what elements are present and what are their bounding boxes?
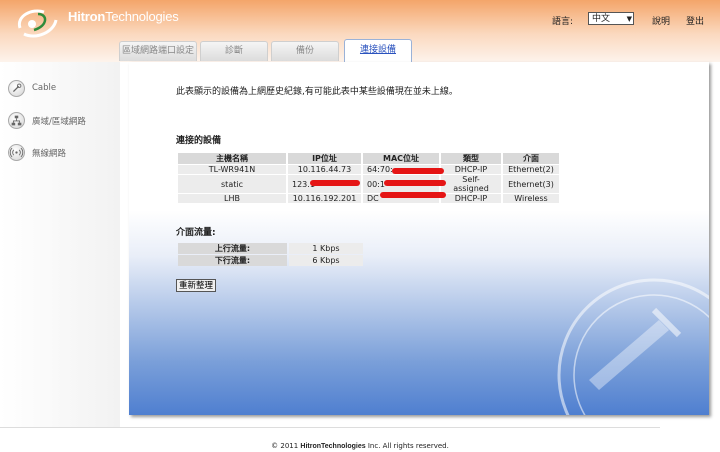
col-mac: MAC位址 (363, 153, 439, 164)
language-label: 語言: (552, 17, 574, 27)
chevron-down-icon: ▼ (626, 15, 632, 23)
redaction-mark (380, 192, 446, 198)
downstream-value: 6 Kbps (289, 255, 363, 266)
col-host: 主機名稱 (178, 153, 286, 164)
brand-name: HitronTechnologies (68, 9, 179, 24)
logout-link[interactable]: 登出 (686, 14, 704, 27)
redaction-mark (310, 180, 360, 186)
traffic-title: 介面流量: (176, 228, 216, 238)
sidebar-item-label: 無線網路 (32, 149, 67, 159)
cell-interface: Ethernet(2) (503, 165, 559, 174)
tab-diagnostics[interactable]: 診斷 (200, 41, 268, 61)
cell-type: DHCP-IP (441, 165, 501, 174)
cell-ip: 10.116.192.201 (288, 194, 361, 203)
table-row: 下行流量: 6 Kbps (178, 255, 363, 266)
footer-divider (0, 427, 660, 428)
watermark-graphic (557, 278, 709, 415)
footer-prefix: © 2011 (271, 442, 301, 450)
cell-interface: Ethernet(3) (503, 175, 559, 193)
refresh-button[interactable]: 重新整理 (176, 279, 217, 292)
cell-ip: 10.116.44.73 (288, 165, 361, 174)
upstream-value: 1 Kbps (289, 243, 363, 254)
language-selected-value: 中文 (592, 14, 611, 24)
cell-interface: Wireless (503, 194, 559, 203)
table-header-row: 主機名稱 IP位址 MAC位址 類型 介面 (178, 153, 559, 164)
cell-type: DHCP-IP (441, 194, 501, 203)
table-row: 上行流量: 1 Kbps (178, 243, 363, 254)
downstream-label: 下行流量: (178, 255, 287, 266)
wrench-icon (8, 80, 25, 97)
intro-text: 此表顯示的設備為上網歷史紀錄,有可能此表中某些設備現在並未上線。 (176, 87, 458, 97)
hitron-logo (17, 9, 58, 38)
brand-bold: Hitron (68, 9, 106, 24)
devices-title: 連接的設備 (176, 136, 222, 146)
cell-type: Self-assigned (441, 175, 501, 193)
network-icon (8, 112, 25, 129)
redaction-mark (392, 168, 444, 174)
footer-brand: HitronTechnologies (300, 443, 366, 450)
sidebar-item-label: Cable (32, 83, 57, 93)
tab-connected-devices[interactable]: 連接設備 (344, 39, 412, 62)
cell-host: static (178, 175, 286, 193)
tab-lan-port-settings[interactable]: 區域網路端口設定 (119, 41, 197, 61)
footer-suffix: Inc. All rights reserved. (365, 442, 449, 450)
tab-backup[interactable]: 備份 (271, 41, 339, 61)
sidebar: Cable 廣域/區域網路 無線網路 (0, 62, 120, 428)
table-row: LHB 10.116.192.201 DC DHCP-IP Wireless (178, 194, 559, 203)
upstream-label: 上行流量: (178, 243, 287, 254)
cell-host: TL-WR941N (178, 165, 286, 174)
brand-rest: Technologies (105, 9, 179, 24)
cell-host: LHB (178, 194, 286, 203)
col-type: 類型 (441, 153, 501, 164)
sidebar-item-label: 廣域/區域網路 (32, 117, 86, 127)
col-ip: IP位址 (288, 153, 361, 164)
table-row: static 123.1 00:1 Self-assigned Ethernet… (178, 175, 559, 193)
wireless-icon (8, 144, 25, 161)
content-panel (129, 62, 709, 415)
table-row: TL-WR941N 10.116.44.73 64:70: DHCP-IP Et… (178, 165, 559, 174)
help-link[interactable]: 說明 (652, 14, 670, 27)
footer: © 2011 HitronTechnologies Inc. All right… (0, 442, 720, 450)
language-select[interactable]: 中文 ▼ (588, 12, 634, 25)
devices-table: 主機名稱 IP位址 MAC位址 類型 介面 TL-WR941N 10.116.4… (176, 152, 561, 204)
redaction-mark (384, 180, 446, 186)
traffic-table: 上行流量: 1 Kbps 下行流量: 6 Kbps (176, 242, 365, 267)
col-interface: 介面 (503, 153, 559, 164)
